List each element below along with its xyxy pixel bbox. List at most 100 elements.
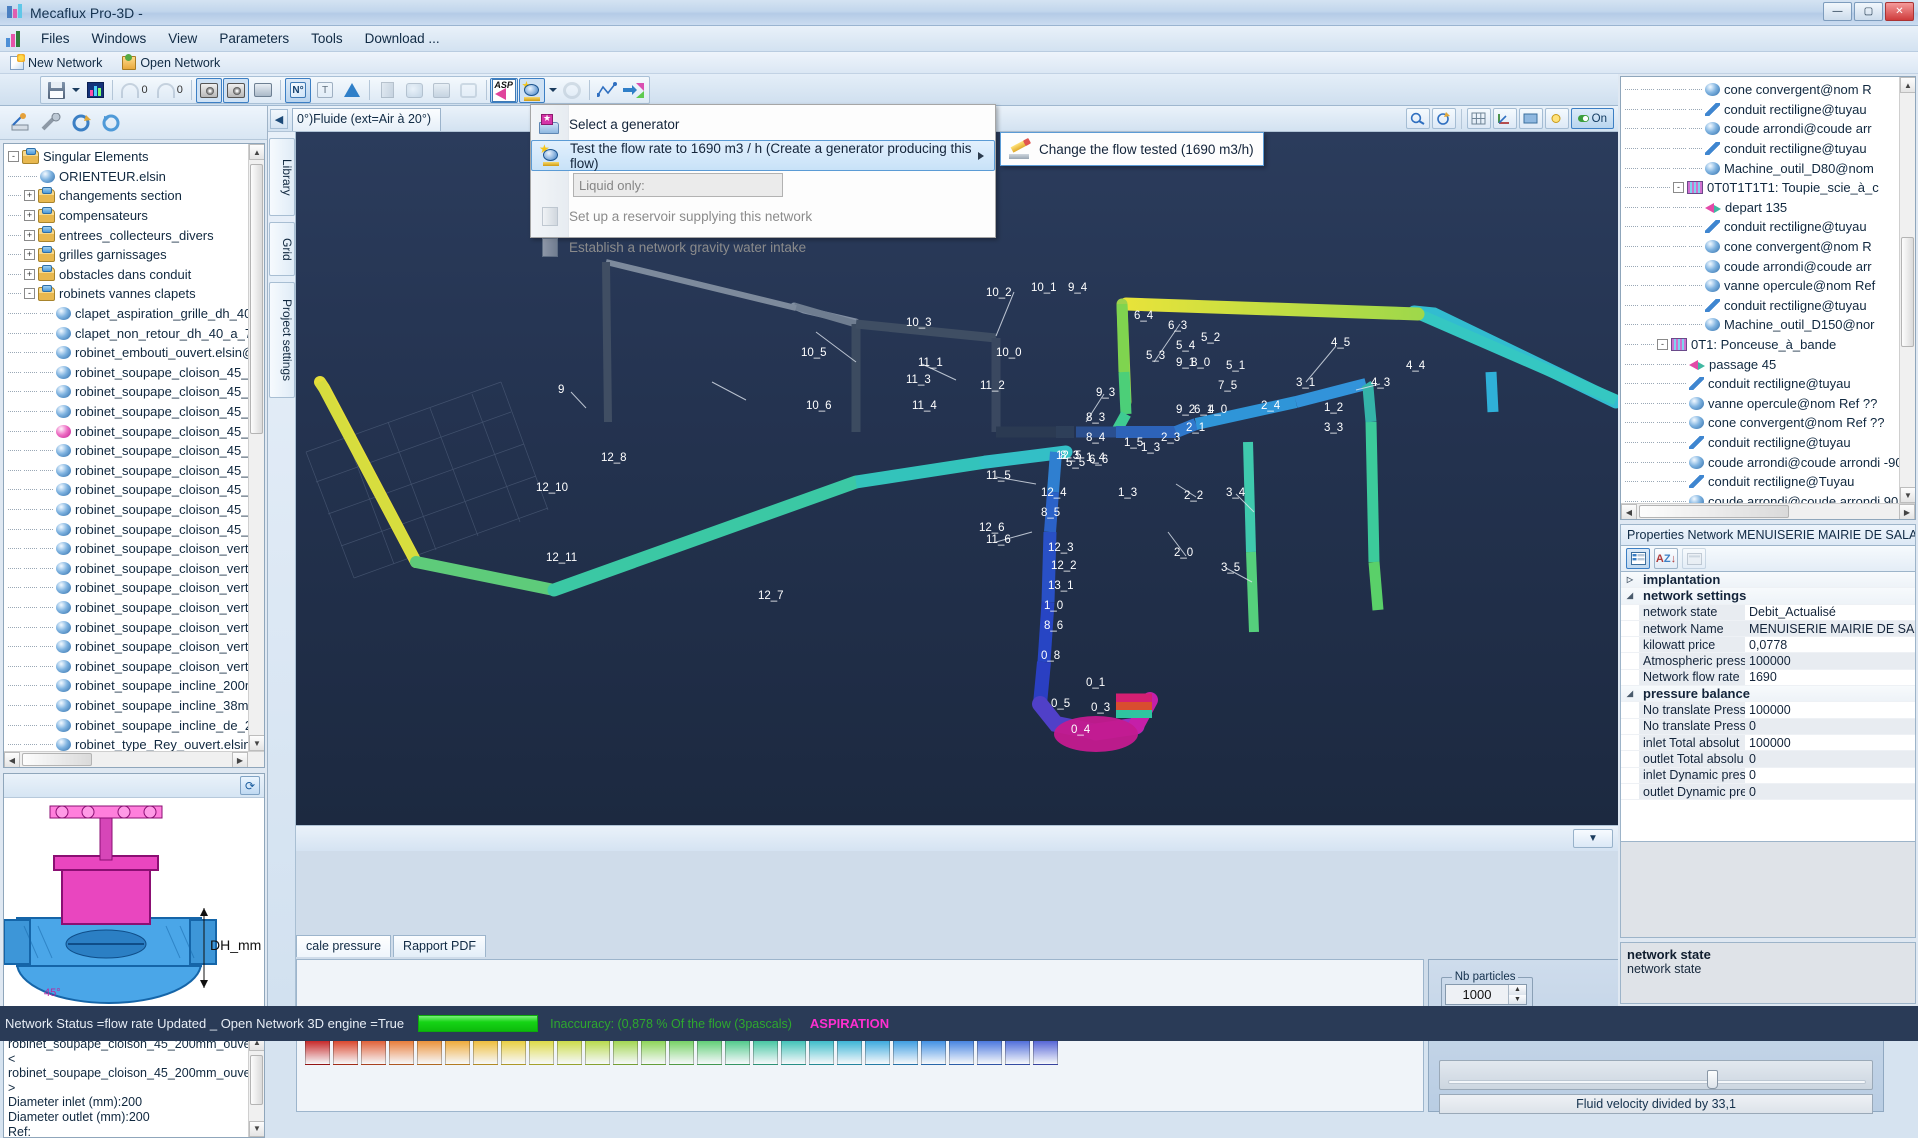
library-tree-item[interactable]: robinet_soupape_cloison_45_2: [8, 421, 264, 441]
network-tree-item[interactable]: cone convergent@nom R: [1625, 237, 1915, 257]
net-scroll-up[interactable]: ▲: [1900, 77, 1915, 93]
property-value[interactable]: 0: [1745, 718, 1915, 734]
settings-gear-button[interactable]: [559, 78, 585, 103]
network-tree-item[interactable]: cone convergent@nom R: [1625, 80, 1915, 100]
property-value[interactable]: MENUISERIE MAIRIE DE SA: [1745, 620, 1915, 637]
shade-toggle-icon[interactable]: [1518, 108, 1543, 129]
redo-button[interactable]: [153, 78, 179, 103]
library-tree-item[interactable]: clapet_aspiration_grille_dh_40: [8, 304, 264, 324]
property-row[interactable]: inlet Total absolut 100000: [1621, 734, 1915, 752]
preview-refresh-icon[interactable]: ⟳: [240, 776, 260, 795]
alphabetical-sort-icon[interactable]: AZ↓: [1654, 548, 1678, 569]
tab-scale-pressure[interactable]: cale pressure: [296, 935, 392, 957]
library-tree-item[interactable]: - Singular Elements: [8, 147, 264, 167]
library-tree-item[interactable]: robinet_soupape_cloison_verti: [8, 558, 264, 578]
property-row[interactable]: outlet Total absolu 0: [1621, 751, 1915, 768]
property-row[interactable]: Network flow rate 1690: [1621, 669, 1915, 687]
property-value[interactable]: 0: [1745, 783, 1915, 800]
library-tree-item[interactable]: robinet_soupape_incline_de_2: [8, 715, 264, 735]
net-hscroll-right[interactable]: ▶: [1899, 504, 1915, 519]
refresh-icon[interactable]: [98, 110, 124, 136]
network-tree-item[interactable]: coude arrondi@coude arrondi -90,0°: [1625, 452, 1915, 472]
render-on-toggle[interactable]: On: [1570, 108, 1614, 129]
wrench-icon[interactable]: [38, 110, 64, 136]
property-row[interactable]: Atmospheric press 100000: [1621, 653, 1915, 670]
network-tree-item[interactable]: conduit rectiligne@Tuyau: [1625, 472, 1915, 492]
property-pages-icon[interactable]: [1682, 548, 1706, 569]
viewport-options-dropdown[interactable]: ▼: [1573, 829, 1613, 848]
property-category[interactable]: ◢ pressure balance: [1621, 686, 1915, 703]
zoom-fit-icon[interactable]: [1405, 108, 1430, 129]
property-category[interactable]: ◢ network settings: [1621, 588, 1915, 605]
tab-grid[interactable]: Grid: [269, 222, 295, 276]
property-value[interactable]: 0: [1745, 751, 1915, 767]
network-tree-item[interactable]: Machine_outil_D150@nor: [1625, 315, 1915, 335]
network-tree-item[interactable]: depart 135: [1625, 198, 1915, 218]
network-tree-item[interactable]: cone convergent@nom Ref ??: [1625, 413, 1915, 433]
network-tree-hscrollbar[interactable]: ◀ ▶: [1621, 503, 1915, 519]
recycle-element-button[interactable]: [455, 78, 481, 103]
network-tree-scrollbar[interactable]: ▲ ▼: [1899, 77, 1915, 519]
library-tree-item[interactable]: robinet_soupape_cloison_45_4: [8, 500, 264, 520]
hscroll-left-arrow[interactable]: ◀: [4, 752, 20, 767]
library-tree-item[interactable]: robinet_embouti_ouvert.elsin@: [8, 343, 264, 363]
property-row[interactable]: inlet Dynamic pres 0: [1621, 767, 1915, 784]
net-scroll-down[interactable]: ▼: [1900, 487, 1915, 503]
minimize-button[interactable]: —: [1823, 2, 1852, 21]
property-row[interactable]: No translate Press 100000: [1621, 702, 1915, 719]
library-tree-item[interactable]: robinet_soupape_cloison_45_3: [8, 461, 264, 481]
open-network-button[interactable]: Open Network: [112, 53, 230, 70]
library-tree-item[interactable]: robinet_soupape_cloison_verti: [8, 656, 264, 676]
menu-download[interactable]: Download ...: [354, 28, 451, 49]
lighting-toggle-icon[interactable]: [1544, 108, 1569, 129]
door-element-button[interactable]: [374, 78, 400, 103]
network-tree-item[interactable]: conduit rectiligne@tuyau: [1625, 217, 1915, 237]
new-network-button[interactable]: New Network: [0, 53, 112, 70]
aspiration-mode-button[interactable]: ASP: [490, 77, 519, 103]
menu-view[interactable]: View: [157, 28, 208, 49]
library-tree-item[interactable]: robinet_soupape_cloison_verti: [8, 578, 264, 598]
save-button[interactable]: [43, 78, 69, 103]
property-row[interactable]: No translate Press 0: [1621, 718, 1915, 735]
library-tree-item[interactable]: robinet_soupape_cloison_45_3: [8, 480, 264, 500]
library-tree-item[interactable]: + entrees_collecteurs_divers: [8, 225, 264, 245]
camera-capture-button[interactable]: [222, 77, 249, 103]
info-scroll-down[interactable]: ▼: [249, 1121, 264, 1137]
tab-rapport-pdf[interactable]: Rapport PDF: [393, 935, 486, 957]
property-value[interactable]: 100000: [1745, 734, 1915, 751]
tree-expander-icon[interactable]: +: [24, 190, 35, 202]
network-tree-item[interactable]: vanne opercule@nom Ref: [1625, 276, 1915, 296]
close-button[interactable]: ✕: [1885, 2, 1914, 21]
library-tree[interactable]: - Singular Elements ORIENTEUR.elsin + change…: [3, 143, 265, 768]
library-tree-item[interactable]: robinet_soupape_cloison_45_2: [8, 441, 264, 461]
property-row[interactable]: kilowatt price 0,0778: [1621, 637, 1915, 654]
library-tree-item[interactable]: robinet_soupape_cloison_45_1: [8, 382, 264, 402]
library-tree-item[interactable]: robinet_soupape_cloison_verti: [8, 598, 264, 618]
tab-project-settings[interactable]: Project settings: [269, 282, 295, 398]
network-tree-item[interactable]: vanne opercule@nom Ref ??: [1625, 394, 1915, 414]
net-scroll-thumb[interactable]: [1901, 237, 1914, 347]
library-tree-item[interactable]: robinet_soupape_cloison_45_1: [8, 363, 264, 383]
change-flow-submenu[interactable]: Change the flow tested (1690 m3/h): [1000, 132, 1264, 166]
network-tree-item[interactable]: conduit rectiligne@tuyau: [1625, 433, 1915, 453]
grid-toggle-icon[interactable]: [1466, 108, 1491, 129]
library-tree-item[interactable]: robinet_soupape_cloison_verti: [8, 617, 264, 637]
library-tree-item[interactable]: + grilles garnissages: [8, 245, 264, 265]
network-tree-item[interactable]: conduit rectiligne@tuyau: [1625, 139, 1915, 159]
library-tree-item[interactable]: ORIENTEUR.elsin: [8, 167, 264, 187]
menu-parameters[interactable]: Parameters: [208, 28, 300, 49]
library-tree-item[interactable]: robinet_soupape_cloison_45_1: [8, 402, 264, 422]
library-tree-item[interactable]: + obstacles dans conduit: [8, 265, 264, 285]
menu-tools[interactable]: Tools: [300, 28, 354, 49]
property-value[interactable]: 0: [1745, 767, 1915, 783]
slider-thumb[interactable]: [1707, 1070, 1718, 1089]
nb-particles-stepper[interactable]: ▲▼: [1445, 984, 1527, 1005]
nb-particles-input[interactable]: [1446, 985, 1508, 1004]
tree-expander-icon[interactable]: -: [1673, 182, 1684, 194]
network-tree-item[interactable]: conduit rectiligne@tuyau: [1625, 374, 1915, 394]
velocity-slider[interactable]: [1439, 1060, 1873, 1090]
network-tree-item[interactable]: - 0T0T1T1T1: Toupie_scie_à_c: [1625, 178, 1915, 198]
rotate-view-icon[interactable]: [1431, 108, 1456, 129]
print-button[interactable]: [250, 78, 276, 103]
library-tree-item[interactable]: robinet_soupape_incline_38mn: [8, 696, 264, 716]
